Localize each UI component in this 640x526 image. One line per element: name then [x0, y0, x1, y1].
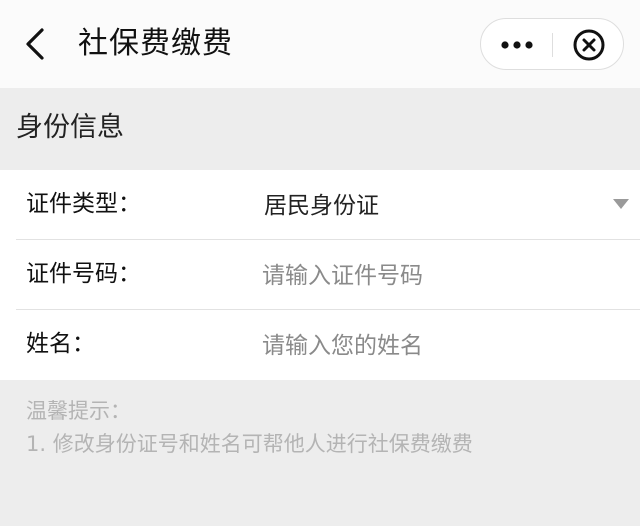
id-type-select[interactable]: 居民身份证 — [264, 188, 379, 224]
section-header: 身份信息 — [0, 88, 640, 170]
tip-line: 1. 修改身份证号和姓名可帮他人进行社保费缴费 — [26, 432, 473, 456]
chevron-left-icon — [26, 28, 44, 60]
more-dots-icon — [501, 41, 533, 49]
id-number-input[interactable] — [262, 256, 602, 296]
name-input[interactable] — [262, 326, 602, 366]
back-button[interactable] — [22, 26, 52, 62]
id-number-label: 证件号码： — [26, 261, 141, 287]
page-title: 社保费缴费 — [78, 26, 233, 61]
capsule-divider — [552, 33, 553, 57]
tips-title: 温馨提示： — [26, 399, 131, 423]
more-button[interactable] — [491, 25, 543, 65]
close-button[interactable] — [565, 25, 613, 65]
top-navbar: 社保费缴费 — [0, 0, 640, 88]
close-circle-icon — [573, 29, 605, 61]
name-row: 姓名： — [0, 310, 640, 380]
identity-form: 证件类型： 居民身份证 证件号码： 姓名： — [0, 170, 640, 380]
name-label: 姓名： — [26, 331, 95, 357]
id-type-label: 证件类型： — [26, 191, 141, 217]
section-title: 身份信息 — [16, 112, 124, 143]
dropdown-triangle-icon[interactable] — [612, 198, 630, 210]
id-type-row[interactable]: 证件类型： 居民身份证 — [0, 170, 640, 240]
id-number-row: 证件号码： — [0, 240, 640, 310]
tips-section: 温馨提示： 1. 修改身份证号和姓名可帮他人进行社保费缴费 — [0, 380, 640, 526]
mini-program-capsule — [480, 18, 624, 70]
